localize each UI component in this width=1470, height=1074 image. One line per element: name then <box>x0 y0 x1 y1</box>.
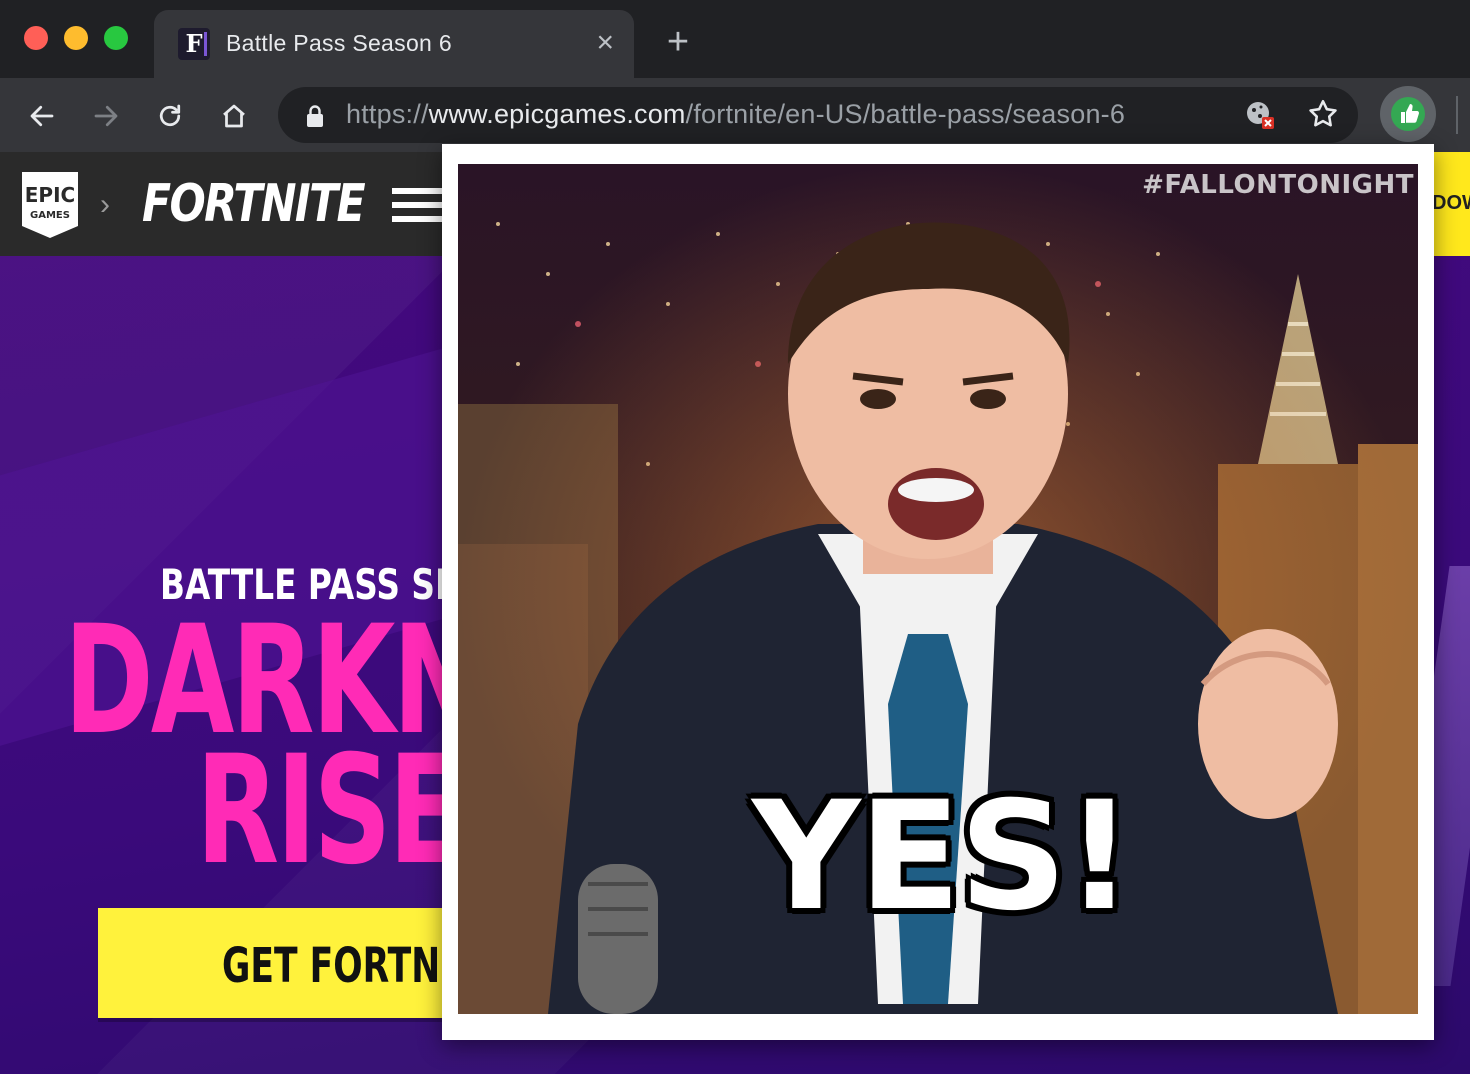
forward-button[interactable] <box>84 94 128 138</box>
toolbar-divider <box>1456 96 1458 134</box>
browser-toolbar: https://www.epicgames.com/fortnite/en-US… <box>0 78 1470 152</box>
epic-games-logo[interactable]: EPIC GAMES <box>20 170 80 240</box>
epic-logo-line2: GAMES <box>30 210 70 221</box>
bookmark-star-icon[interactable] <box>1306 97 1340 131</box>
back-button[interactable] <box>20 94 64 138</box>
home-icon <box>223 104 245 128</box>
tab-battle-pass[interactable]: F Battle Pass Season 6 × <box>154 10 634 78</box>
download-label: DOW <box>1432 192 1470 214</box>
new-tab-button[interactable]: + <box>660 23 696 61</box>
breadcrumb-chevron-icon: › <box>100 188 110 221</box>
url-host: www.epicgames.com <box>428 99 686 129</box>
download-button[interactable]: DOW <box>1432 152 1470 256</box>
cookie-blocked-icon[interactable] <box>1244 99 1276 131</box>
reload-icon <box>159 104 181 127</box>
menu-hamburger-icon[interactable] <box>392 188 444 230</box>
tab-title: Battle Pass Season 6 <box>226 30 452 56</box>
tab-strip: F Battle Pass Season 6 × + <box>0 0 1470 78</box>
get-fortnite-button[interactable]: GET FORTNIT <box>98 908 498 1018</box>
thumbs-up-icon <box>1391 97 1425 131</box>
extension-popup: #FALLONTONIGHT YES! <box>442 144 1434 1040</box>
address-bar[interactable]: https://www.epicgames.com/fortnite/en-US… <box>278 87 1358 143</box>
url-text[interactable]: https://www.epicgames.com/fortnite/en-US… <box>346 99 1125 130</box>
home-button[interactable] <box>212 94 256 138</box>
extension-thumbs-up-button[interactable] <box>1380 86 1436 142</box>
get-fortnite-label: GET FORTNIT <box>222 938 477 994</box>
arrow-right-icon <box>94 105 118 127</box>
close-window-button[interactable] <box>24 26 48 50</box>
reload-button[interactable] <box>148 94 192 138</box>
fortnite-wordmark[interactable]: FORTNITE <box>142 174 366 234</box>
minimize-window-button[interactable] <box>64 26 88 50</box>
url-path: /fortnite/en-US/battle-pass/season-6 <box>685 99 1126 129</box>
maximize-window-button[interactable] <box>104 26 128 50</box>
url-scheme: https:// <box>346 99 429 129</box>
gif-caption: YES! <box>752 770 1134 944</box>
tab-close-icon[interactable]: × <box>596 26 614 60</box>
gif-watermark: #FALLONTONIGHT <box>1142 170 1414 200</box>
fortnite-favicon-icon: F <box>178 28 210 60</box>
arrow-left-icon <box>30 105 54 127</box>
reaction-gif: #FALLONTONIGHT YES! <box>458 164 1418 1014</box>
epic-logo-line1: EPIC <box>25 183 75 207</box>
lock-icon[interactable] <box>304 104 326 128</box>
